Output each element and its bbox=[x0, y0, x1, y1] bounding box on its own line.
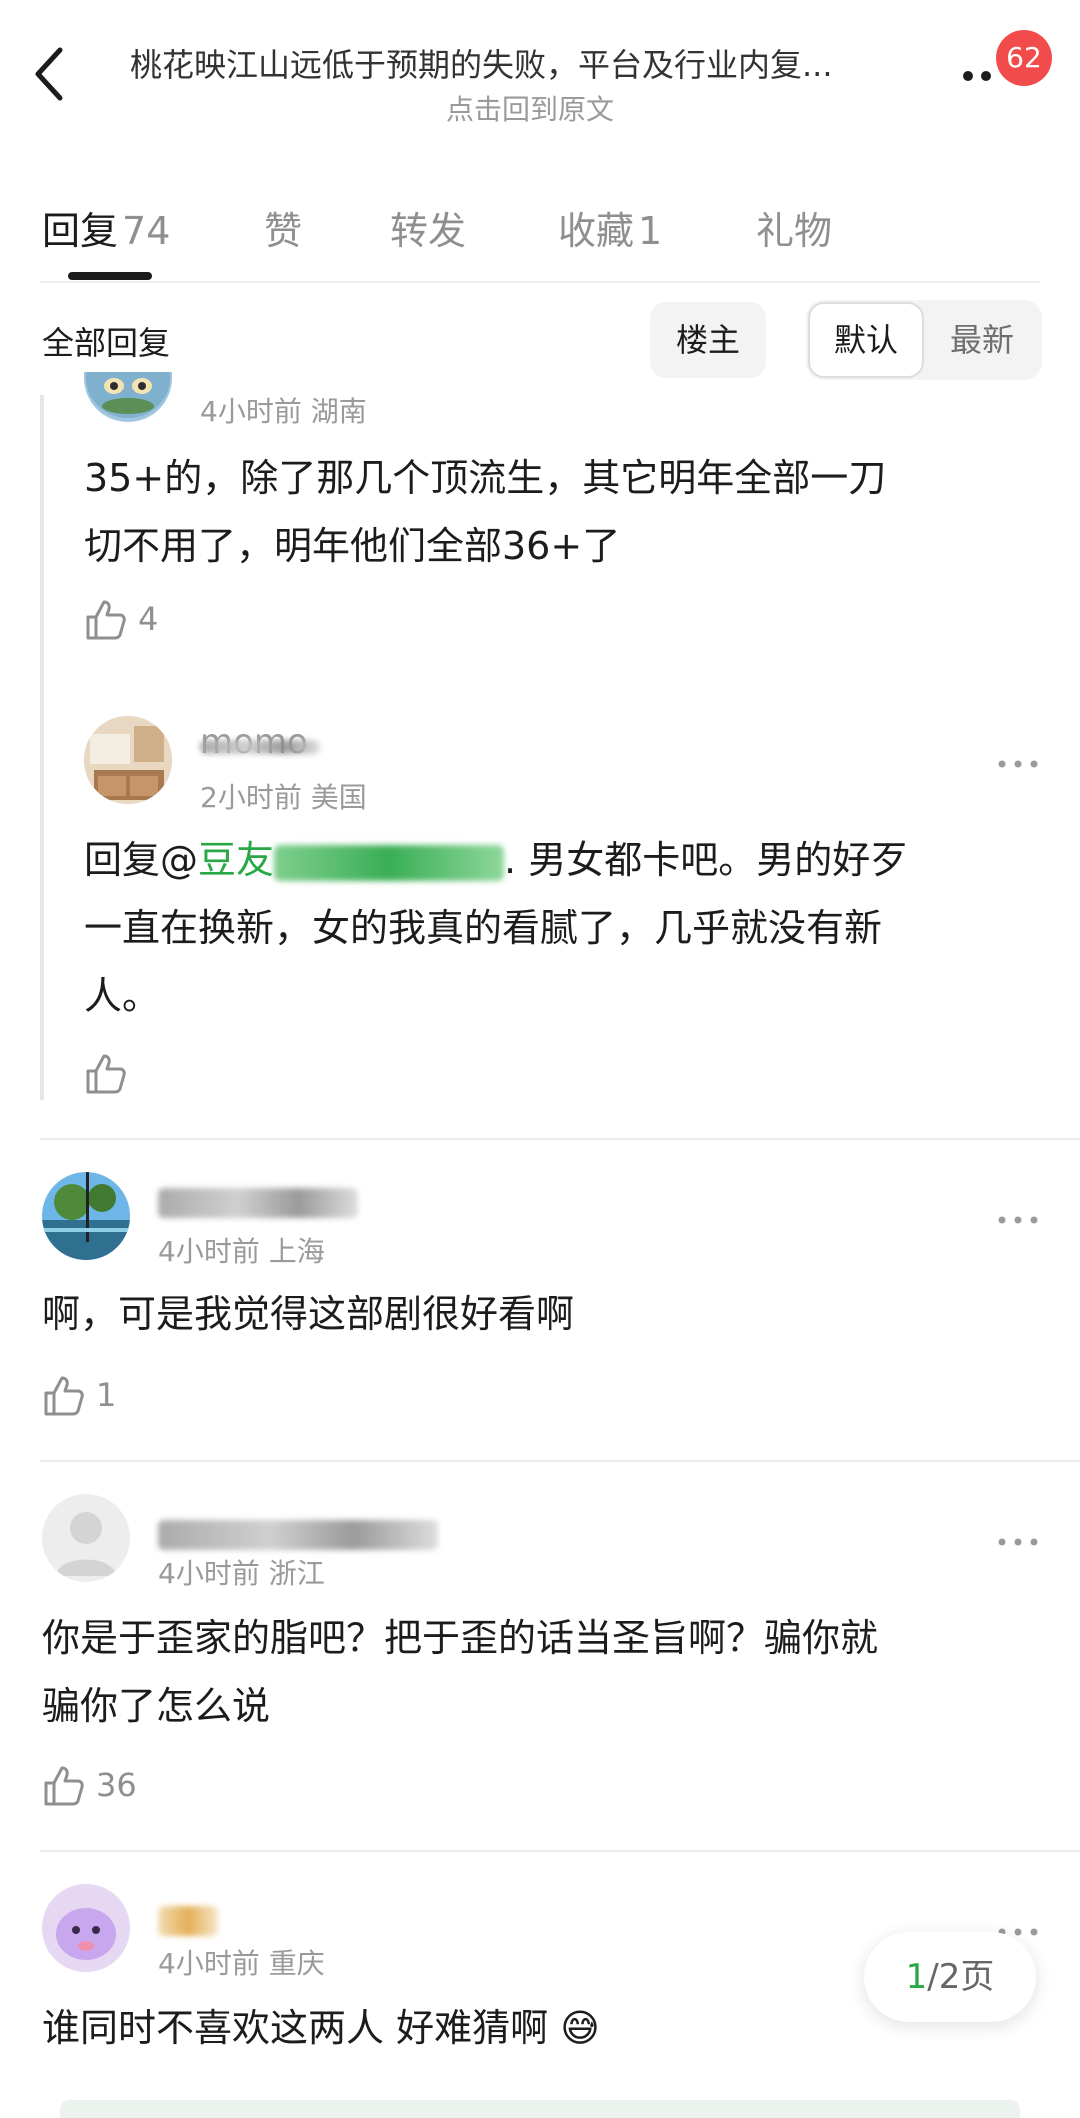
reply-content: 回复@豆友. 男女都卡吧。男的好歹 一直在换新，女的我真的看腻了，几乎就没有新 … bbox=[84, 826, 1044, 1030]
thumbs-up-icon bbox=[44, 1766, 84, 1806]
reply-meta: 4小时前 湖南 bbox=[200, 395, 367, 428]
default-user-icon bbox=[42, 1494, 130, 1582]
avatar-image bbox=[84, 716, 172, 804]
back-to-original-link[interactable]: 点击回到原文 bbox=[130, 88, 930, 128]
comment-text-line: 骗你了怎么说 bbox=[42, 1684, 271, 1728]
comment-text: 谁同时不喜欢这两人 好难猜啊 bbox=[42, 2006, 549, 2050]
reply-text: . 男女都卡吧。男的好歹 bbox=[504, 838, 909, 882]
back-button[interactable] bbox=[30, 44, 90, 114]
comment-text-line: 你是于歪家的脂吧？把于歪的话当圣旨啊？骗你就 bbox=[42, 1616, 879, 1660]
like-count: 1 bbox=[96, 1376, 117, 1414]
comment-content: 你是于歪家的脂吧？把于歪的话当圣旨啊？骗你就 骗你了怎么说 bbox=[42, 1604, 1042, 1740]
mention-blur bbox=[274, 844, 505, 881]
thumbs-up-icon bbox=[86, 1054, 126, 1094]
username-blur bbox=[200, 740, 320, 754]
thumbs-up-icon bbox=[44, 1376, 84, 1416]
reply-text-line: 回复@豆友 . 男女都卡吧。男的好歹 bbox=[84, 826, 1044, 894]
divider bbox=[40, 281, 1040, 283]
op-only-button[interactable]: 楼主 bbox=[650, 302, 766, 378]
username-blur[interactable] bbox=[158, 1520, 438, 1550]
total-pages: /2页 bbox=[927, 1957, 995, 1997]
avatar-image bbox=[42, 1172, 130, 1260]
avatar[interactable] bbox=[84, 372, 172, 422]
back-arrow-icon bbox=[35, 47, 63, 101]
avatar[interactable] bbox=[84, 716, 172, 804]
reply-text-line: 35+的，除了那几个顶流生，其它明年全部一刀 bbox=[84, 456, 887, 500]
more-dots-icon bbox=[998, 1538, 1038, 1546]
reply-prefix: 回复@ bbox=[84, 838, 199, 882]
reply-input-bar[interactable] bbox=[60, 2100, 1020, 2118]
thumbs-up-icon bbox=[86, 600, 126, 640]
mention-name: 豆友 bbox=[198, 838, 275, 882]
post-title[interactable]: 桃花映江山远低于预期的失败，平台及行业内复... bbox=[130, 40, 930, 86]
active-tab-indicator bbox=[68, 272, 152, 280]
comment-meta: 4小时前 浙江 bbox=[158, 1557, 325, 1590]
reply-meta: 2小时前 美国 bbox=[200, 781, 367, 814]
like-button[interactable]: 36 bbox=[42, 1762, 182, 1812]
like-button[interactable] bbox=[84, 1050, 204, 1100]
comment-text-line: 啊，可是我觉得这部剧很好看啊 bbox=[42, 1292, 575, 1336]
all-replies-label: 全部回复 bbox=[42, 324, 171, 362]
sort-default-button[interactable]: 默认 bbox=[808, 302, 924, 378]
sweat-smile-emoji: 😅 bbox=[560, 2006, 600, 2050]
username-blur[interactable] bbox=[158, 1188, 358, 1218]
like-count: 4 bbox=[138, 600, 159, 638]
avatar[interactable] bbox=[42, 1494, 130, 1582]
comment-meta: 4小时前 重庆 bbox=[158, 1947, 325, 1980]
current-page: 1 bbox=[905, 1957, 928, 1997]
comment-content: 啊，可是我觉得这部剧很好看啊 bbox=[42, 1280, 1042, 1348]
top-bar: 桃花映江山远低于预期的失败，平台及行业内复... 点击回到原文 62 bbox=[0, 0, 1080, 130]
avatar-image bbox=[86, 372, 170, 418]
tab-bar: 回复 74 赞 转发 收藏 1 礼物 bbox=[0, 180, 1080, 280]
avatar[interactable] bbox=[42, 1884, 130, 1972]
comment-more-button[interactable] bbox=[996, 1212, 1040, 1228]
page-indicator[interactable]: 1/2页 bbox=[864, 1932, 1036, 2022]
nested-thread-line bbox=[40, 395, 44, 1100]
like-button[interactable]: 1 bbox=[42, 1372, 162, 1422]
reply-text-line: 切不用了，明年他们全部36+了 bbox=[84, 524, 621, 568]
reply-text-line: 一直在换新，女的我真的看腻了，几乎就没有新 bbox=[84, 906, 883, 950]
tab-count: 74 bbox=[122, 209, 171, 253]
like-count: 36 bbox=[96, 1766, 137, 1804]
reply-content: 35+的，除了那几个顶流生，其它明年全部一刀 切不用了，明年他们全部36+了 bbox=[84, 444, 1044, 580]
more-dots-icon bbox=[998, 1216, 1038, 1224]
divider bbox=[40, 1138, 1080, 1140]
divider bbox=[40, 1460, 1080, 1462]
tab-label: 转发 bbox=[390, 209, 467, 253]
reply-more-button[interactable] bbox=[996, 756, 1040, 772]
avatar[interactable] bbox=[42, 1172, 130, 1260]
divider bbox=[40, 1850, 1080, 1852]
tab-label: 回复 bbox=[42, 209, 119, 253]
tab-likes[interactable]: 赞 bbox=[264, 200, 302, 255]
notification-badge[interactable]: 62 bbox=[996, 30, 1052, 86]
tab-label: 收藏 bbox=[558, 209, 635, 253]
like-button[interactable]: 4 bbox=[84, 596, 204, 646]
avatar-image bbox=[42, 1884, 130, 1972]
tab-favorites[interactable]: 收藏 1 bbox=[558, 200, 662, 255]
sort-newest-button[interactable]: 最新 bbox=[924, 302, 1040, 378]
comment-more-button[interactable] bbox=[996, 1534, 1040, 1550]
tab-label: 礼物 bbox=[756, 209, 833, 253]
tab-replies[interactable]: 回复 74 bbox=[42, 200, 170, 255]
sort-toggle: 默认 最新 bbox=[806, 300, 1042, 380]
more-dots-icon bbox=[998, 760, 1038, 768]
tab-reposts[interactable]: 转发 bbox=[390, 200, 466, 255]
mention-link[interactable]: 豆友 bbox=[198, 838, 505, 882]
username-blur[interactable] bbox=[158, 1906, 218, 1936]
comment-meta: 4小时前 上海 bbox=[158, 1235, 325, 1268]
tab-count: 1 bbox=[638, 209, 663, 253]
reply-text-line: 人。 bbox=[84, 974, 161, 1018]
tab-label: 赞 bbox=[264, 209, 303, 253]
tab-gifts[interactable]: 礼物 bbox=[756, 200, 832, 255]
